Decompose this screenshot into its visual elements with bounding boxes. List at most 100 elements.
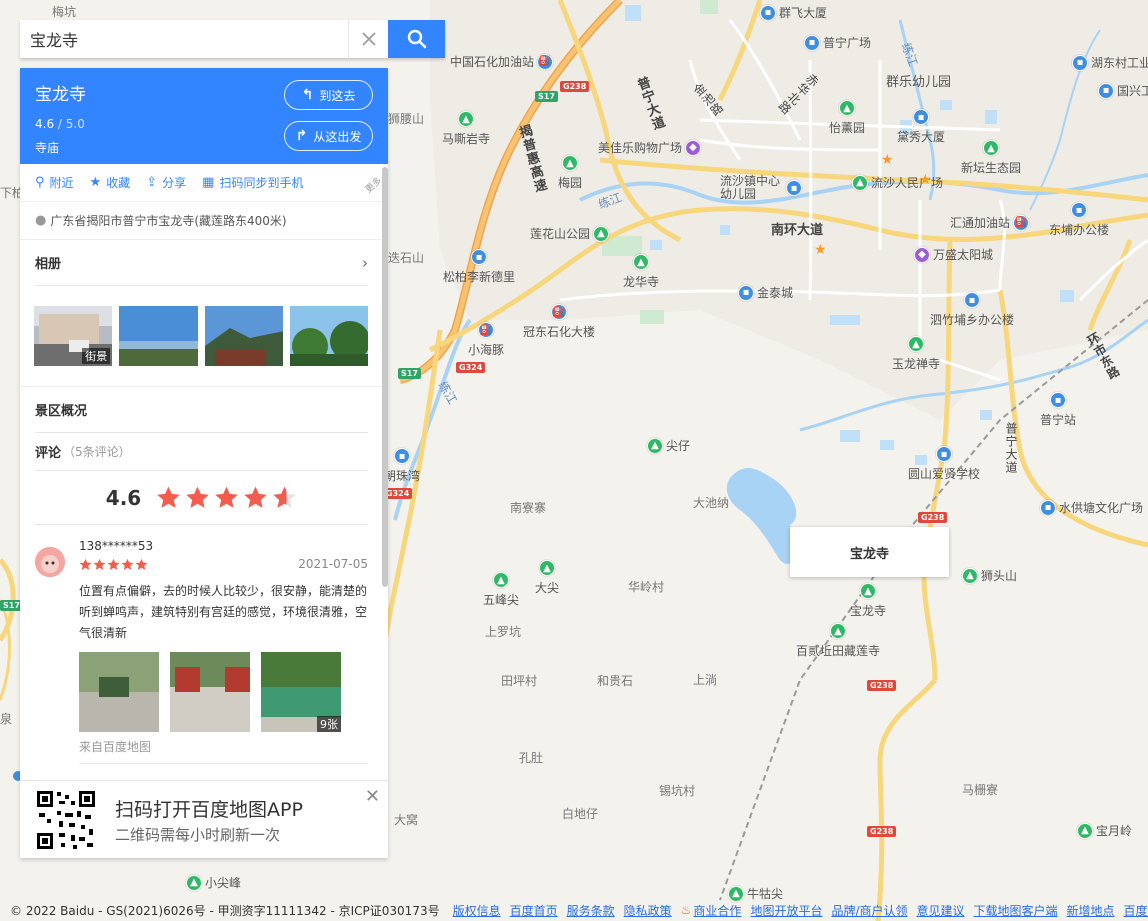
nearby-button[interactable]: ⚲ 附近 (35, 174, 74, 191)
place-大窝: 大窝 (394, 813, 419, 827)
footer-link-terms[interactable]: 服务条款 (567, 902, 615, 919)
panel-scrollbar[interactable] (382, 167, 388, 587)
shield-g238: G238 (560, 81, 590, 92)
star-icon (215, 486, 238, 508)
mountain-photo (204, 306, 283, 366)
poi-湖东村工业[interactable]: ▪ 湖东村工业 (1072, 54, 1148, 71)
footer-link-feedback[interactable]: 意见建议 (917, 902, 965, 919)
poi-冠东石化大楼[interactable]: ⛽ 冠东石化大楼 (523, 304, 595, 340)
qr-subtitle: 二维码需每小时刷新一次 (115, 825, 281, 844)
album-photo[interactable] (119, 306, 198, 366)
footer-link-open-platform[interactable]: 地图开放平台 (750, 902, 822, 919)
overview-header[interactable]: 景区概况 (35, 387, 368, 433)
star-marker-icon: ★ (881, 152, 894, 168)
poi-五峰尖[interactable]: ▲ 五峰尖 (483, 572, 519, 608)
star-marker-icon: ★ (919, 172, 932, 188)
place-狮腰山: 狮腰山 (388, 112, 425, 126)
poi-大尖[interactable]: ▲ 大尖 (535, 560, 559, 596)
goto-here-button[interactable]: ↰ 到这去 (284, 80, 373, 110)
mountain-pin-icon: ▲ (1077, 822, 1093, 839)
temple-pin-icon: ▲ (860, 583, 876, 599)
footer-link-marketing[interactable]: 百度营销 (1124, 902, 1148, 919)
qr-download-card: 扫码打开百度地图APP 二维码需每小时刷新一次 ✕ (20, 780, 388, 858)
poi-detail-panel: 宝龙寺 4.6 / 5.0 寺庙 ↰ 到这去 ↱ 从这出发 ⚲ 附近 ★ 收藏 ⇪ 分享 … (20, 68, 388, 858)
sync-to-phone-button[interactable]: ▦ 扫码同步到手机 (202, 174, 303, 191)
footer-link-business[interactable]: 商业合作 (693, 902, 741, 919)
poi-朝珠湾[interactable]: ▪ 朝珠湾 (384, 448, 420, 484)
landscape-photo (119, 306, 198, 366)
poi-群飞大厦[interactable]: ▪ 群飞大厦 (760, 4, 827, 21)
more-tag[interactable]: 更多 (362, 174, 384, 195)
footer-link-brand-claim[interactable]: 品牌/商户认领 (831, 902, 907, 919)
poi-东埔办公楼[interactable]: ▪ 东埔办公楼 (1049, 202, 1109, 238)
footer-link-download[interactable]: 下载地图客户端 (974, 902, 1058, 919)
gas-station-icon: ⛽ (551, 304, 567, 320)
poi-黛秀大厦[interactable]: ▪ 黛秀大厦 (897, 109, 945, 145)
poi-圆山爱贤学校[interactable]: ▪ 圆山爱贤学校 (908, 446, 980, 482)
footer-link-copyright[interactable]: 版权信息 (453, 902, 501, 919)
address-row: ● 广东省揭阳市普宁市宝龙寺(藏莲路东400米) (20, 202, 388, 240)
poi-万盛太阳城[interactable]: ◆ 万盛太阳城 (914, 246, 993, 263)
poi-泗竹埔乡办公楼[interactable]: ▪ 泗竹埔乡办公楼 (930, 292, 1014, 328)
close-icon[interactable]: ✕ (365, 786, 380, 807)
reviews-header: 评论 （5条评论） (35, 433, 368, 471)
place-马栅寮: 马栅寮 (962, 783, 999, 797)
review-item: 138******53 2021-07-05 位置有点偏僻，去的时候人比较少，很… (20, 525, 388, 764)
mountain-pin-icon: ▲ (962, 567, 978, 584)
poi-马嘶岩寺[interactable]: ▲ 马嘶岩寺 (442, 111, 490, 147)
shield-s17-2: S17 (398, 368, 421, 379)
poi-百贰坵田藏莲寺[interactable]: ▲ 百贰坵田藏莲寺 (796, 623, 880, 659)
review-photo[interactable] (79, 652, 159, 732)
share-button[interactable]: ⇪ 分享 (146, 174, 186, 191)
qr-title: 扫码打开百度地图APP (115, 798, 303, 821)
poi-宝月岭[interactable]: ▲ 宝月岭 (1077, 822, 1132, 839)
poi-尖仔[interactable]: ▲ 尖仔 (647, 437, 690, 454)
review-photo[interactable]: 9张 (261, 652, 341, 732)
poi-普宁站[interactable]: ▪ 普宁站 (1040, 392, 1076, 428)
poi-狮头山[interactable]: ▲ 狮头山 (962, 567, 1017, 584)
start-from-here-button[interactable]: ↱ 从这出发 (284, 121, 373, 151)
poi-新坛生态园[interactable]: ▲ 新坛生态园 (961, 140, 1021, 176)
place-群乐幼儿园: 群乐幼儿园 (886, 75, 952, 90)
poi-小尖峰[interactable]: ▲ 小尖峰 (186, 874, 241, 891)
place-大池纳: 大池纳 (693, 496, 730, 510)
poi-普宁广场[interactable]: ▪ 普宁广场 (804, 34, 871, 51)
review-photo[interactable] (170, 652, 250, 732)
poi-宝龙寺-marker[interactable]: ▲ 宝龙寺 (850, 583, 886, 619)
poi-美佳乐购物广场[interactable]: ◆ 美佳乐购物广场 (598, 139, 702, 156)
album-photo[interactable] (289, 306, 368, 366)
footer-link-add-place[interactable]: 新增地点 (1067, 902, 1115, 919)
detail-scroll-area[interactable]: 相册 › 街景 景区概况 评论 （5条评论） 4.6 138******53 2… (20, 240, 388, 774)
poi-水供塘文化广场[interactable]: ▪ 水供塘文化广场 (1040, 499, 1143, 516)
poi-龙华寺[interactable]: ▲ 龙华寺 (623, 254, 659, 290)
album-photo[interactable] (204, 306, 283, 366)
search-input[interactable] (20, 20, 348, 58)
map-callout[interactable]: 宝龙寺 (790, 527, 949, 577)
park-pin-icon: ▲ (852, 174, 868, 191)
train-station-icon: ▪ (1050, 392, 1066, 408)
review-score-row: 4.6 (35, 471, 368, 525)
poi-汇通加油站[interactable]: ⛽ 汇通加油站 (950, 214, 1030, 231)
search-button[interactable] (388, 20, 445, 58)
poi-国兴工[interactable]: ▪ 国兴工 (1098, 82, 1148, 99)
poi-金泰城[interactable]: ▪ 金泰城 (738, 284, 793, 301)
clear-search-button[interactable] (348, 20, 388, 58)
poi-松柏李新德里[interactable]: ▪ 松柏李新德里 (443, 249, 515, 285)
search-box (20, 20, 445, 58)
poi-怡薰园[interactable]: ▲ 怡薰园 (829, 100, 865, 136)
building-pin-icon: ▪ (1071, 202, 1087, 218)
mountain-pin-icon: ▲ (458, 111, 474, 127)
poi-莲花山公园[interactable]: ▲ 莲花山公园 (530, 225, 610, 242)
fire-icon: ♨ (680, 903, 692, 917)
poi-玉龙禅寺[interactable]: ▲ 玉龙禅寺 (892, 336, 940, 372)
poi-中国石化加油站[interactable]: ⛽ 中国石化加油站 (450, 53, 554, 70)
place-白地仔: 白地仔 (562, 807, 599, 821)
footer-link-privacy[interactable]: 隐私政策 (624, 902, 672, 919)
poi-梅园[interactable]: ▲ 梅园 (558, 155, 582, 191)
poi-流沙镇中心幼儿园[interactable]: ▪ 流沙镇中心幼儿园 (720, 175, 802, 201)
footer-link-home[interactable]: 百度首页 (510, 902, 558, 919)
album-header[interactable]: 相册 › (35, 240, 368, 286)
favorite-button[interactable]: ★ 收藏 (90, 174, 131, 191)
album-photo[interactable]: 街景 (34, 306, 113, 366)
poi-小海豚[interactable]: ⛽ 小海豚 (468, 322, 504, 358)
